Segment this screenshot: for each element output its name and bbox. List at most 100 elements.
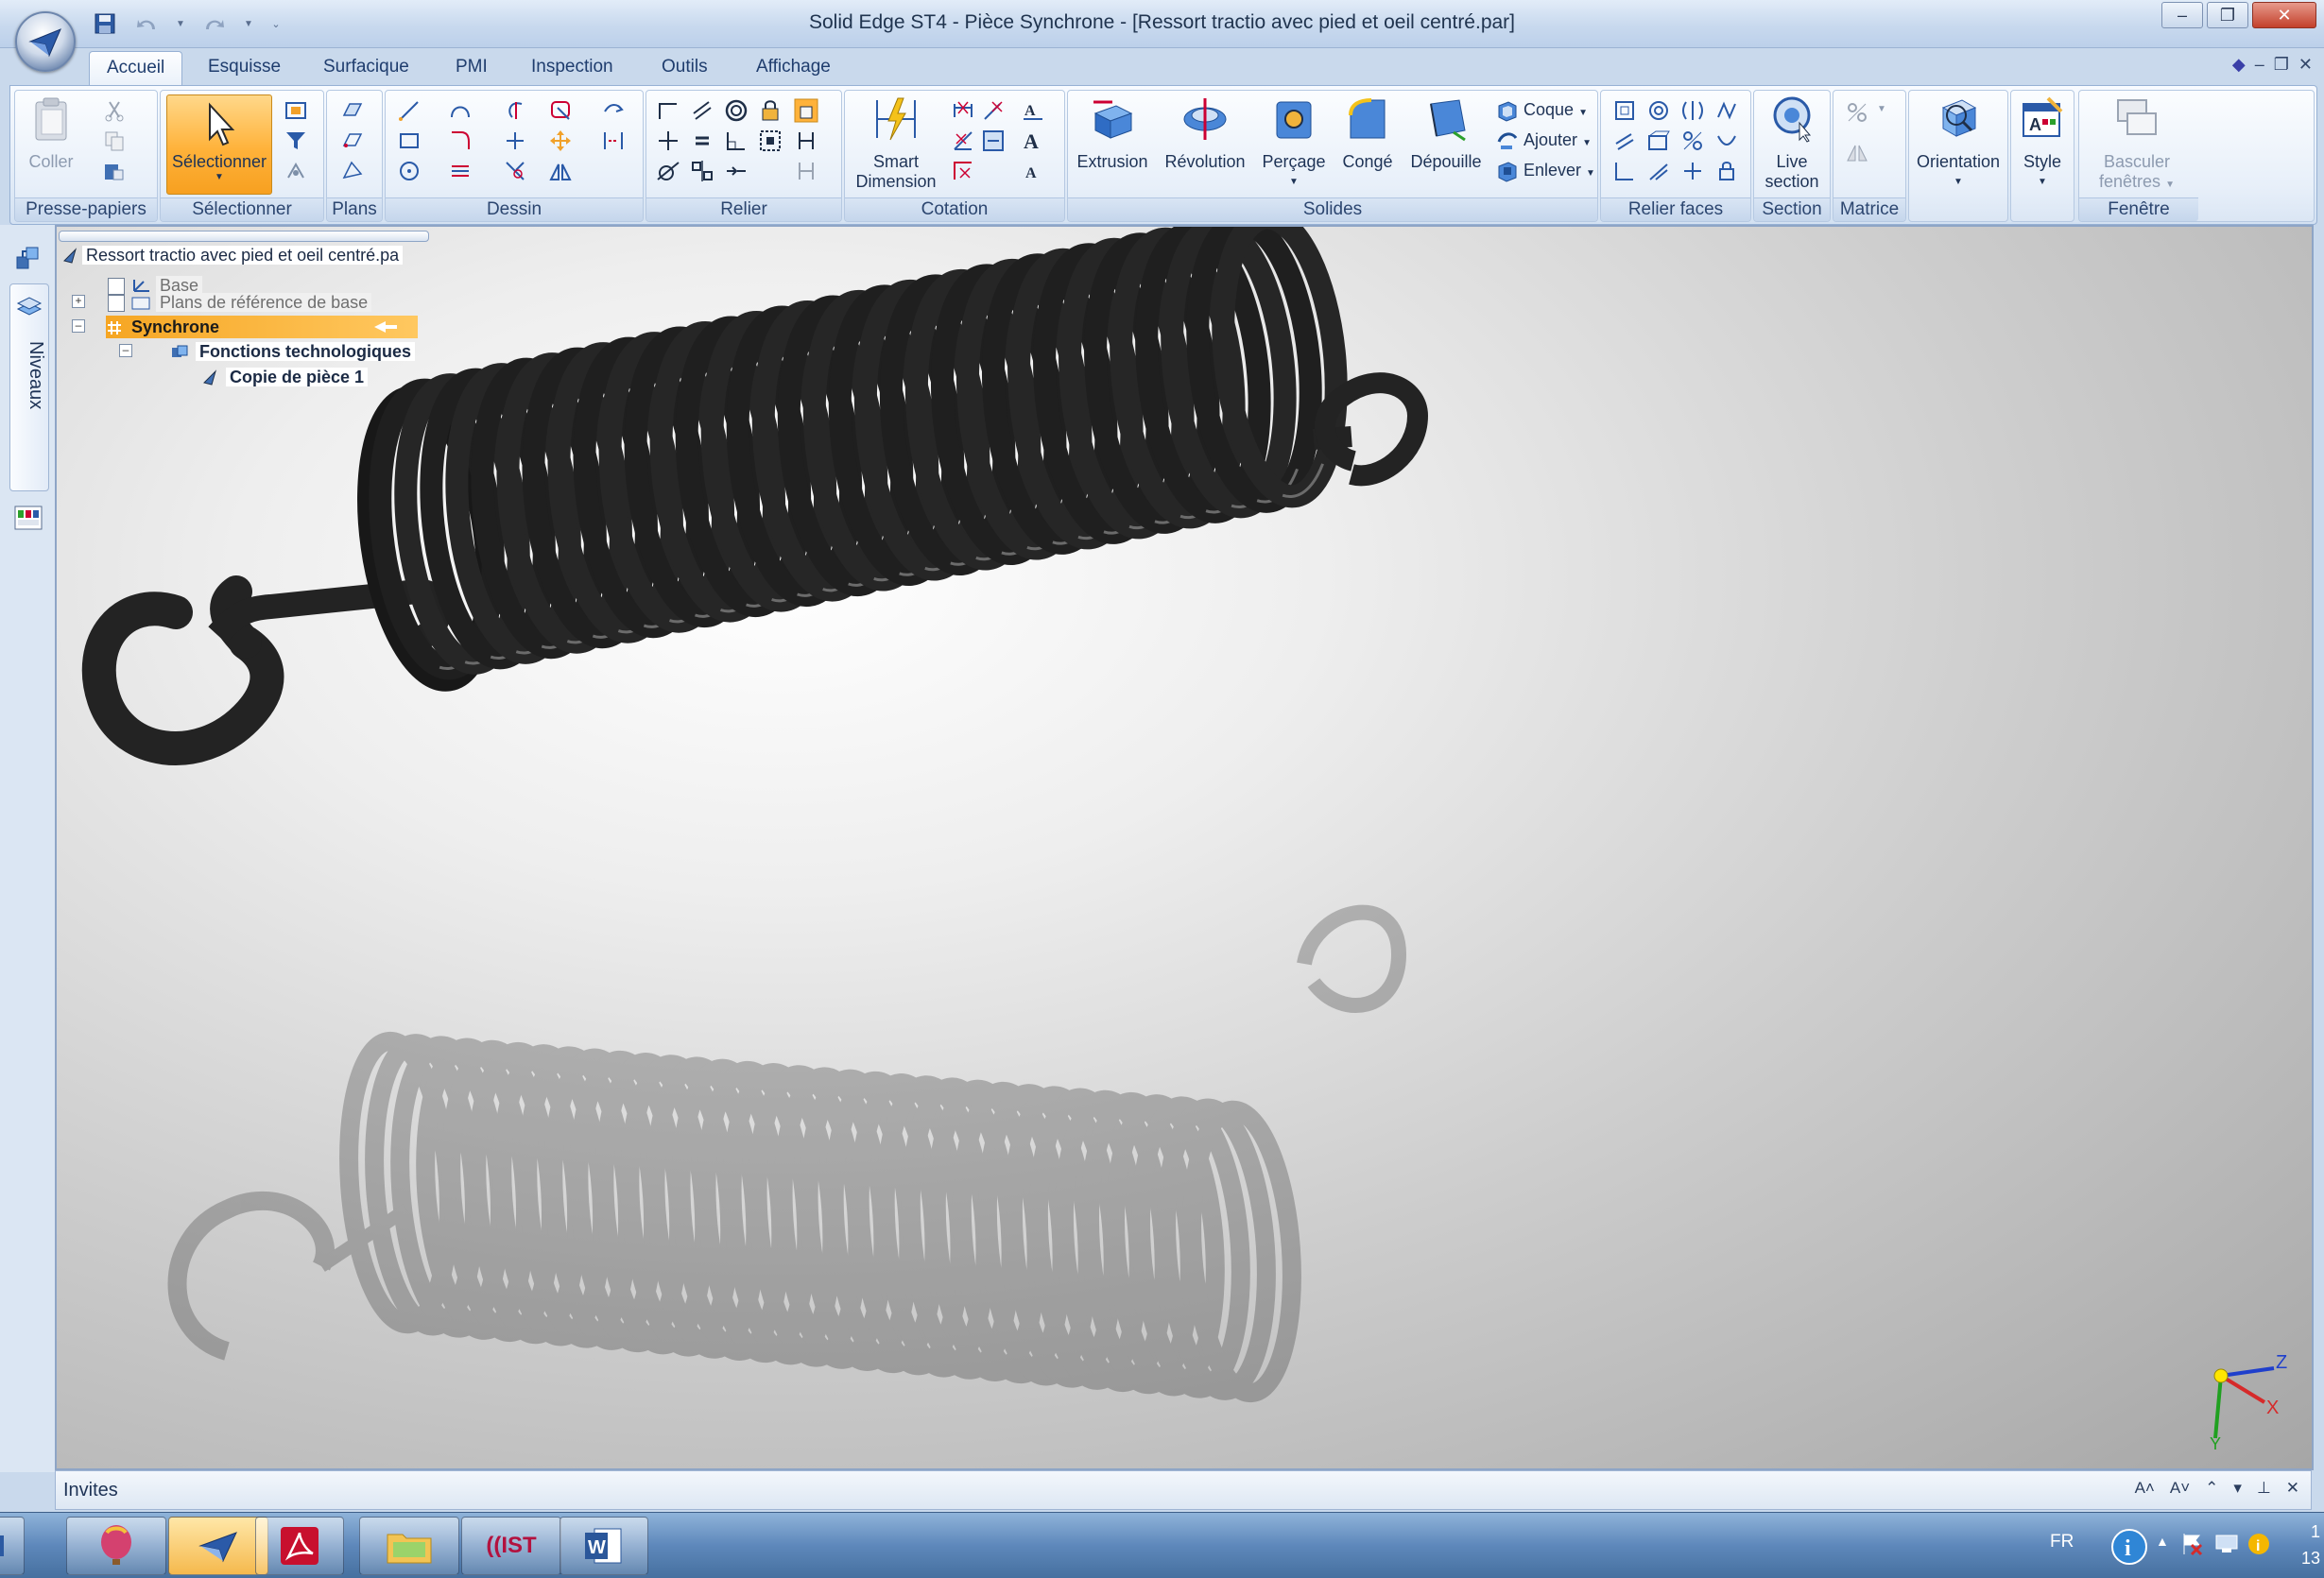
collapse-fonctions-icon[interactable]: –	[119, 344, 132, 357]
depouille-button[interactable]: Dépouille	[1403, 94, 1489, 172]
orientation-button[interactable]: Orientation ▼	[1913, 94, 2004, 192]
percage-button[interactable]: Perçage ▼	[1257, 94, 1331, 192]
close-button[interactable]: ✕	[2252, 2, 2316, 28]
tangent-faces-icon[interactable]	[1646, 129, 1671, 153]
tree-item-plans-ref[interactable]: Plans de référence de base	[130, 291, 372, 314]
equal-icon[interactable]	[690, 129, 714, 153]
concentric-faces-icon[interactable]	[1646, 98, 1671, 123]
taskbar-balloon-app[interactable]	[66, 1517, 166, 1575]
base-checkbox[interactable]	[108, 278, 125, 295]
language-indicator[interactable]: FR	[2050, 1532, 2074, 1552]
tab-pmi[interactable]: PMI	[439, 51, 505, 83]
taskbar-ist[interactable]: ((IST	[461, 1517, 561, 1575]
coplanar-icon[interactable]	[1612, 98, 1637, 123]
expand-plans-ref-icon[interactable]: +	[72, 295, 85, 308]
select-options-icon[interactable]	[284, 159, 308, 183]
maximize-button[interactable]: ❐	[2207, 2, 2248, 28]
ajouter-button[interactable]: Ajouter ▼	[1524, 130, 1592, 150]
percage-dropdown-icon[interactable]: ▼	[1257, 172, 1331, 192]
circle-icon[interactable]	[397, 159, 422, 183]
tree-root[interactable]: Ressort tractio avec pied et oeil centré…	[62, 244, 404, 266]
split-icon[interactable]	[503, 159, 527, 183]
coincident-plane-icon[interactable]	[340, 98, 365, 123]
relationship-assistant-icon[interactable]	[794, 98, 818, 123]
perpendicular-icon[interactable]	[724, 129, 749, 153]
collinear-icon[interactable]	[724, 159, 749, 183]
tab-accueil[interactable]: Accueil	[89, 51, 183, 86]
options-icon[interactable]: ▾	[2233, 1479, 2242, 1498]
text-icon[interactable]: A	[1021, 129, 1045, 153]
equal-radius-icon[interactable]	[1714, 129, 1739, 153]
select-tool-box-icon[interactable]	[284, 98, 308, 123]
offset-faces-icon[interactable]	[1646, 159, 1671, 183]
enlever-icon[interactable]	[1495, 159, 1520, 183]
coordinate-dimension-icon[interactable]	[951, 159, 975, 183]
tangent-icon[interactable]	[656, 159, 680, 183]
fix-faces-icon[interactable]	[1714, 159, 1739, 183]
pin-icon[interactable]: ⊥	[2257, 1479, 2271, 1498]
symmetric-faces-icon[interactable]	[1680, 98, 1705, 123]
filter-icon[interactable]	[284, 129, 308, 153]
font-increase-icon[interactable]: A˄	[2135, 1479, 2155, 1498]
rigid-set-icon[interactable]	[758, 129, 783, 153]
warning-icon[interactable]: i	[2247, 1532, 2271, 1556]
doc-restore-button[interactable]: ❐	[2274, 55, 2289, 75]
distance-between-icon[interactable]	[951, 98, 975, 123]
include-icon[interactable]	[601, 98, 626, 123]
construction-icon[interactable]	[601, 129, 626, 153]
font-decrease-icon[interactable]: A˅	[2170, 1479, 2190, 1498]
graphics-window[interactable]: Ressort tractio avec pied et oeil centré…	[55, 225, 2314, 1470]
niveaux-tab[interactable]: Niveaux	[9, 283, 49, 491]
symmetric-icon[interactable]	[690, 159, 714, 183]
show-hidden-icons-icon[interactable]: ▲	[2156, 1534, 2169, 1549]
network-icon[interactable]	[2214, 1534, 2239, 1554]
minimize-button[interactable]: –	[2161, 2, 2203, 28]
taskbar-explorer[interactable]	[359, 1517, 459, 1575]
tab-outils[interactable]: Outils	[645, 51, 725, 83]
symmetric-diameter-icon[interactable]	[981, 98, 1006, 123]
spring-model-view[interactable]	[57, 227, 2312, 1468]
paste-special-icon[interactable]	[102, 159, 127, 183]
clock[interactable]: 1 13	[2301, 1518, 2320, 1571]
relationship-handles-icon[interactable]	[794, 129, 818, 153]
ajouter-icon[interactable]	[1495, 129, 1520, 153]
horizontal-vertical-icon[interactable]	[656, 129, 680, 153]
copy-icon[interactable]	[102, 129, 127, 153]
project-icon[interactable]	[548, 98, 573, 123]
tab-affichage[interactable]: Affichage	[739, 51, 848, 83]
tree-item-copie[interactable]: Copie de pièce 1	[200, 366, 369, 388]
aligned-faces-icon[interactable]	[1714, 98, 1739, 123]
pathfinder-icon[interactable]	[13, 244, 43, 274]
application-button[interactable]	[15, 11, 76, 72]
matrice-dropdown-icon[interactable]: ▼	[1877, 104, 1886, 114]
line-icon[interactable]	[397, 98, 422, 123]
coaxial-faces-icon[interactable]	[1680, 129, 1705, 153]
plane-by-3-points-icon[interactable]	[340, 159, 365, 183]
arc-icon[interactable]	[448, 98, 473, 123]
basculer-fenetres-button[interactable]: Basculer fenêtres ▼	[2085, 94, 2189, 195]
collapse-synchrone-icon[interactable]: –	[72, 319, 85, 333]
plane-normal-icon[interactable]	[340, 129, 365, 153]
cut-icon[interactable]	[102, 98, 127, 123]
info-icon[interactable]: i	[2109, 1526, 2150, 1568]
maintain-relationships-icon[interactable]	[794, 159, 818, 183]
invites-close-icon[interactable]: ✕	[2286, 1479, 2299, 1498]
enlever-button[interactable]: Enlever ▼	[1524, 161, 1595, 180]
move-icon[interactable]	[548, 129, 573, 153]
mirror-feature-icon[interactable]	[1845, 140, 1869, 164]
live-section-button[interactable]: Live section	[1758, 94, 1826, 192]
tab-esquisse[interactable]: Esquisse	[191, 51, 298, 83]
horizontal-vertical-faces-icon[interactable]	[1680, 159, 1705, 183]
tab-inspection[interactable]: Inspection	[514, 51, 630, 83]
perpendicular-faces-icon[interactable]	[1612, 159, 1637, 183]
tree-item-synchrone[interactable]: Synchrone	[106, 316, 418, 338]
auto-dimension-icon[interactable]	[981, 129, 1006, 153]
tab-surfacique[interactable]: Surfacique	[306, 51, 426, 83]
doc-minimize-button[interactable]: –	[2255, 55, 2264, 75]
lock-icon[interactable]	[758, 98, 783, 123]
annotation-icon[interactable]: A	[1021, 159, 1045, 183]
parallel-icon[interactable]	[690, 98, 714, 123]
coller-button[interactable]: Coller	[23, 94, 79, 172]
taskbar-word[interactable]: W	[559, 1517, 648, 1575]
selectionner-button[interactable]: Sélectionner ▼	[166, 94, 272, 195]
